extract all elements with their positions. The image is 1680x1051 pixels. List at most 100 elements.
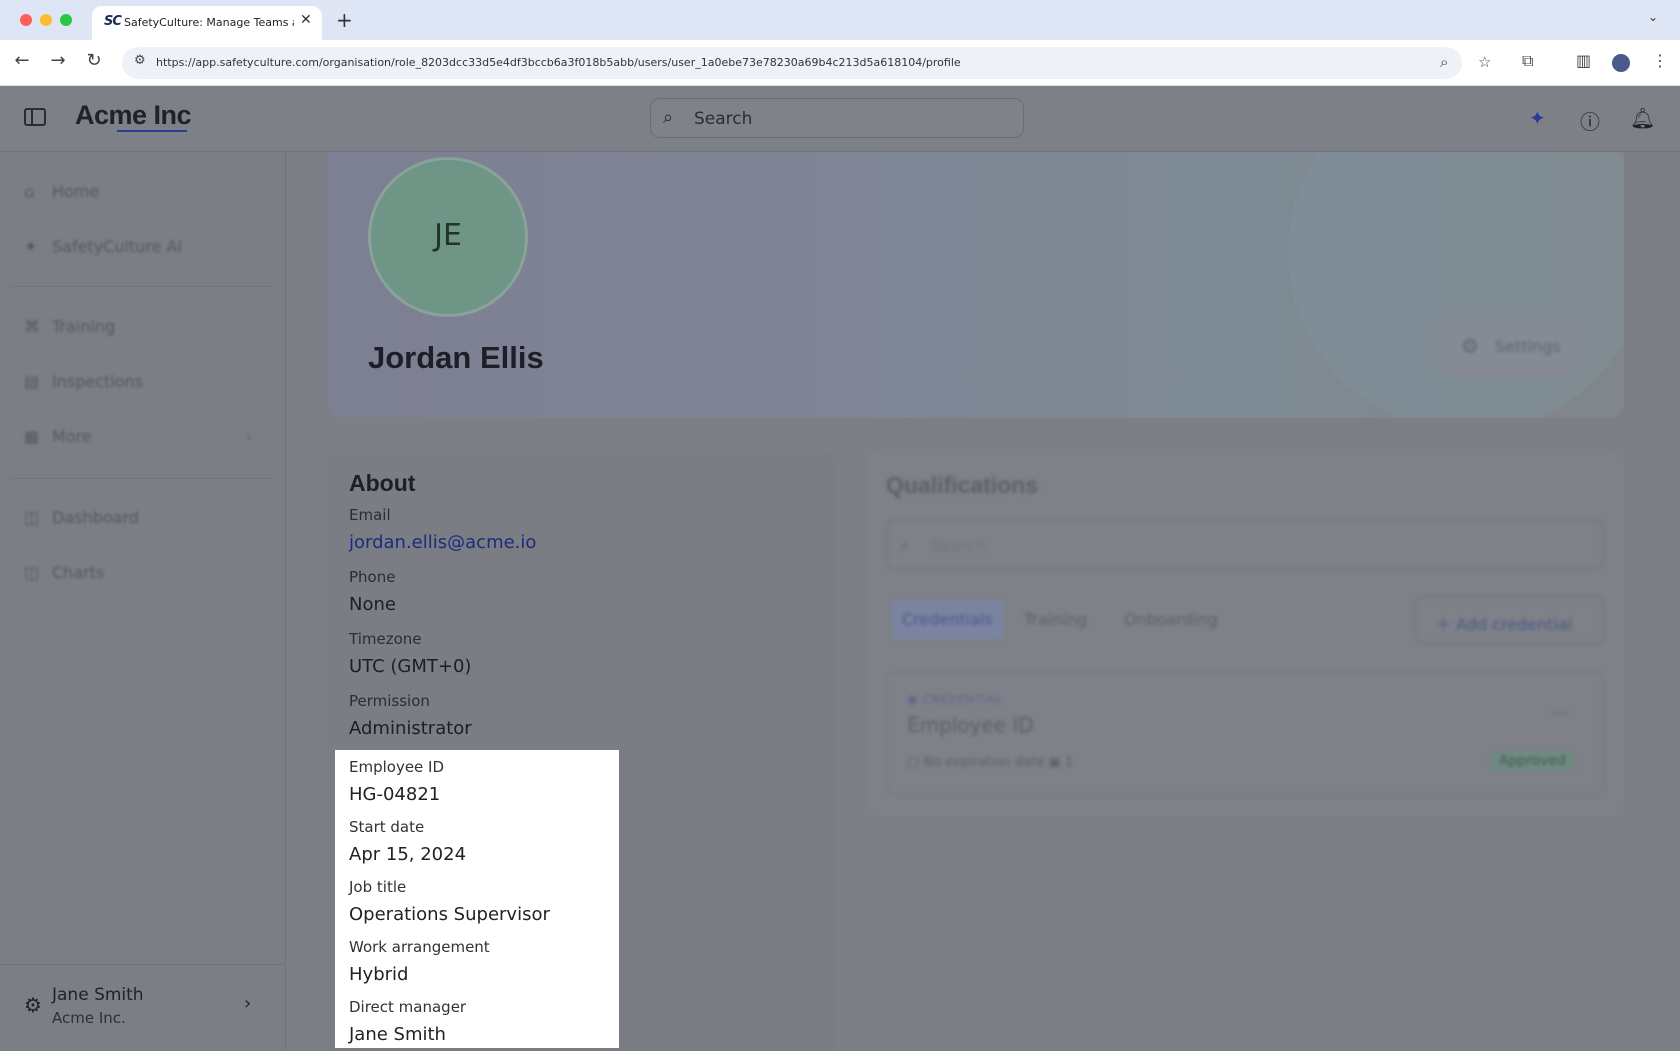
- credential-attachments: 1: [1064, 755, 1074, 770]
- reload-icon[interactable]: ↻: [82, 50, 106, 71]
- credential-name: Employee ID: [907, 713, 1034, 737]
- field-value-start-date: Apr 15, 2024: [349, 844, 467, 865]
- field-label-start-date: Start date: [349, 818, 425, 836]
- tab-favicon: SC: [104, 14, 122, 29]
- user-org: Acme Inc.: [52, 1009, 126, 1027]
- extensions-puzzle-icon[interactable]: ⧉: [1522, 51, 1533, 71]
- global-search-input[interactable]: ⌕ Search: [650, 98, 1024, 138]
- new-tab-icon[interactable]: +: [336, 8, 353, 32]
- more-options-icon[interactable]: ···: [1551, 703, 1568, 724]
- credential-icon: ▣: [907, 693, 923, 706]
- forward-arrow-icon[interactable]: →: [46, 50, 70, 71]
- banner-decoration: [1288, 152, 1624, 418]
- gear-icon: ⚙: [1461, 334, 1479, 358]
- sidebar-toggle-icon[interactable]: [24, 108, 46, 126]
- settings-label: Settings: [1495, 337, 1561, 356]
- field-value-employee-id: HG-04821: [349, 784, 441, 805]
- field-label-direct-manager: Direct manager: [349, 998, 467, 1016]
- status-badge: Approved: [1491, 751, 1575, 771]
- window-zoom-button[interactable]: [60, 14, 72, 26]
- tab-search-chevron-icon[interactable]: ⌄: [1648, 10, 1658, 24]
- sidebar: ⌂ Home ✦ SafetyCulture AI ⌘ Training ▤ Inspe…: [0, 152, 286, 1051]
- field-value-job-title: Operations Supervisor: [349, 904, 550, 925]
- sidebar-divider: [10, 478, 276, 479]
- user-name: Jane Smith: [52, 985, 144, 1005]
- field-value-work-arrangement: Hybrid: [349, 964, 409, 985]
- about-title: About: [349, 470, 416, 496]
- sidebar-item-training[interactable]: ⌘ Training: [24, 317, 115, 341]
- qualifications-search-placeholder: Search: [931, 536, 986, 555]
- chevron-right-icon: ›: [244, 993, 252, 1014]
- sparkle-icon: ✦: [24, 237, 38, 256]
- credential-expiry: No expiration date: [923, 755, 1045, 770]
- tab-training[interactable]: Training: [1024, 610, 1087, 629]
- search-icon: ⌕: [901, 535, 910, 554]
- add-credential-button[interactable]: ＋ Add credential: [1414, 596, 1604, 644]
- credential-card[interactable]: ▣ CREDENTIAL Employee ID ▢ No expiration…: [886, 672, 1604, 796]
- field-label-phone: Phone: [349, 568, 396, 586]
- sidebar-divider: [10, 286, 276, 287]
- dashboard-icon: ◫: [24, 508, 40, 527]
- qualifications-search-input[interactable]: ⌕ Search: [886, 520, 1604, 570]
- app-header: Acme Inc ⌕ Search ✦ ⓘ 🔔︎: [0, 86, 1680, 152]
- browser-toolbar: ← → ↻ ⚙ https://app.safetyculture.com/or…: [0, 40, 1680, 86]
- chart-icon: ◫: [24, 563, 40, 582]
- url-text[interactable]: https://app.safetyculture.com/organisati…: [156, 56, 961, 69]
- side-panel-icon[interactable]: ▥: [1576, 51, 1591, 70]
- user-menu[interactable]: ⚙ Jane Smith Acme Inc. ›: [0, 964, 286, 1051]
- sidebar-item-dashboard[interactable]: ◫ Dashboard: [24, 508, 139, 532]
- search-icon: ⌕: [663, 107, 674, 128]
- tab-title: SafetyCulture: Manage Teams and...: [124, 16, 294, 29]
- sidebar-item-inspections[interactable]: ▤ Inspections: [24, 372, 143, 396]
- calendar-icon: ▢: [907, 755, 924, 770]
- window-close-button[interactable]: [20, 14, 32, 26]
- sidebar-item-home[interactable]: ⌂ Home: [24, 182, 99, 206]
- sidebar-item-more[interactable]: ▦ More: [24, 427, 92, 451]
- plus-icon: ＋: [1435, 615, 1457, 634]
- browser-tab-bar: SC SafetyCulture: Manage Teams and... ✕ …: [0, 0, 1680, 40]
- credential-type: CREDENTIAL: [922, 693, 1003, 706]
- brand-logo[interactable]: Acme Inc: [75, 100, 192, 131]
- sidebar-item-charts[interactable]: ◫ Charts: [24, 563, 104, 587]
- qualifications-card: Qualifications ⌕ Search Credentials Trai…: [866, 450, 1624, 816]
- search-placeholder: Search: [694, 109, 753, 129]
- site-info-icon[interactable]: ⚙: [134, 53, 146, 68]
- browser-menu-icon[interactable]: ⋮: [1652, 51, 1668, 70]
- tab-onboarding[interactable]: Onboarding: [1124, 610, 1218, 629]
- field-value-permission: Administrator: [349, 718, 472, 739]
- field-label-job-title: Job title: [349, 878, 407, 896]
- field-value-timezone: UTC (GMT+0): [349, 656, 472, 677]
- help-icon[interactable]: ⓘ: [1580, 106, 1600, 135]
- tab-credentials[interactable]: Credentials: [892, 600, 1003, 639]
- training-icon: ⌘: [24, 317, 40, 336]
- browser-profile-avatar[interactable]: [1612, 54, 1630, 72]
- grid-icon: ▦: [24, 427, 40, 446]
- avatar: JE: [368, 157, 528, 317]
- field-label-email: Email: [349, 506, 391, 524]
- zoom-icon[interactable]: ⌕: [1440, 53, 1448, 71]
- browser-tab[interactable]: SC SafetyCulture: Manage Teams and... ✕: [92, 6, 322, 40]
- field-label-permission: Permission: [349, 692, 430, 710]
- field-label-employee-id: Employee ID: [349, 758, 445, 776]
- attachment-icon: ▣: [1044, 755, 1065, 770]
- address-bar[interactable]: ⚙ https://app.safetyculture.com/organisa…: [122, 47, 1491, 79]
- qualifications-title: Qualifications: [886, 472, 1039, 498]
- bookmark-star-icon[interactable]: ☆: [1478, 53, 1491, 71]
- email-link[interactable]: jordan.ellis@acme.io: [349, 532, 536, 553]
- custom-fields-highlight: Employee ID HG-04821 Start date Apr 15, …: [335, 750, 619, 1048]
- window-minimize-button[interactable]: [40, 14, 52, 26]
- add-credential-label: Add credential: [1456, 615, 1573, 634]
- field-value-direct-manager: Jane Smith: [349, 1024, 446, 1045]
- ai-sparkle-icon[interactable]: ✦: [1529, 106, 1546, 130]
- clipboard-icon: ▤: [24, 372, 40, 391]
- tab-close-icon[interactable]: ✕: [300, 12, 312, 28]
- field-label-work-arrangement: Work arrangement: [349, 938, 490, 956]
- settings-button[interactable]: ⚙ Settings: [1441, 318, 1582, 376]
- back-arrow-icon[interactable]: ←: [10, 50, 34, 71]
- field-label-timezone: Timezone: [349, 630, 422, 648]
- gear-icon: ⚙: [24, 993, 42, 1017]
- sidebar-item-safetyculture-ai[interactable]: ✦ SafetyCulture AI: [24, 237, 182, 261]
- chevron-right-icon: ›: [246, 430, 252, 446]
- avatar-initials: JE: [434, 218, 462, 253]
- notification-bell-icon[interactable]: 🔔︎: [1630, 106, 1655, 130]
